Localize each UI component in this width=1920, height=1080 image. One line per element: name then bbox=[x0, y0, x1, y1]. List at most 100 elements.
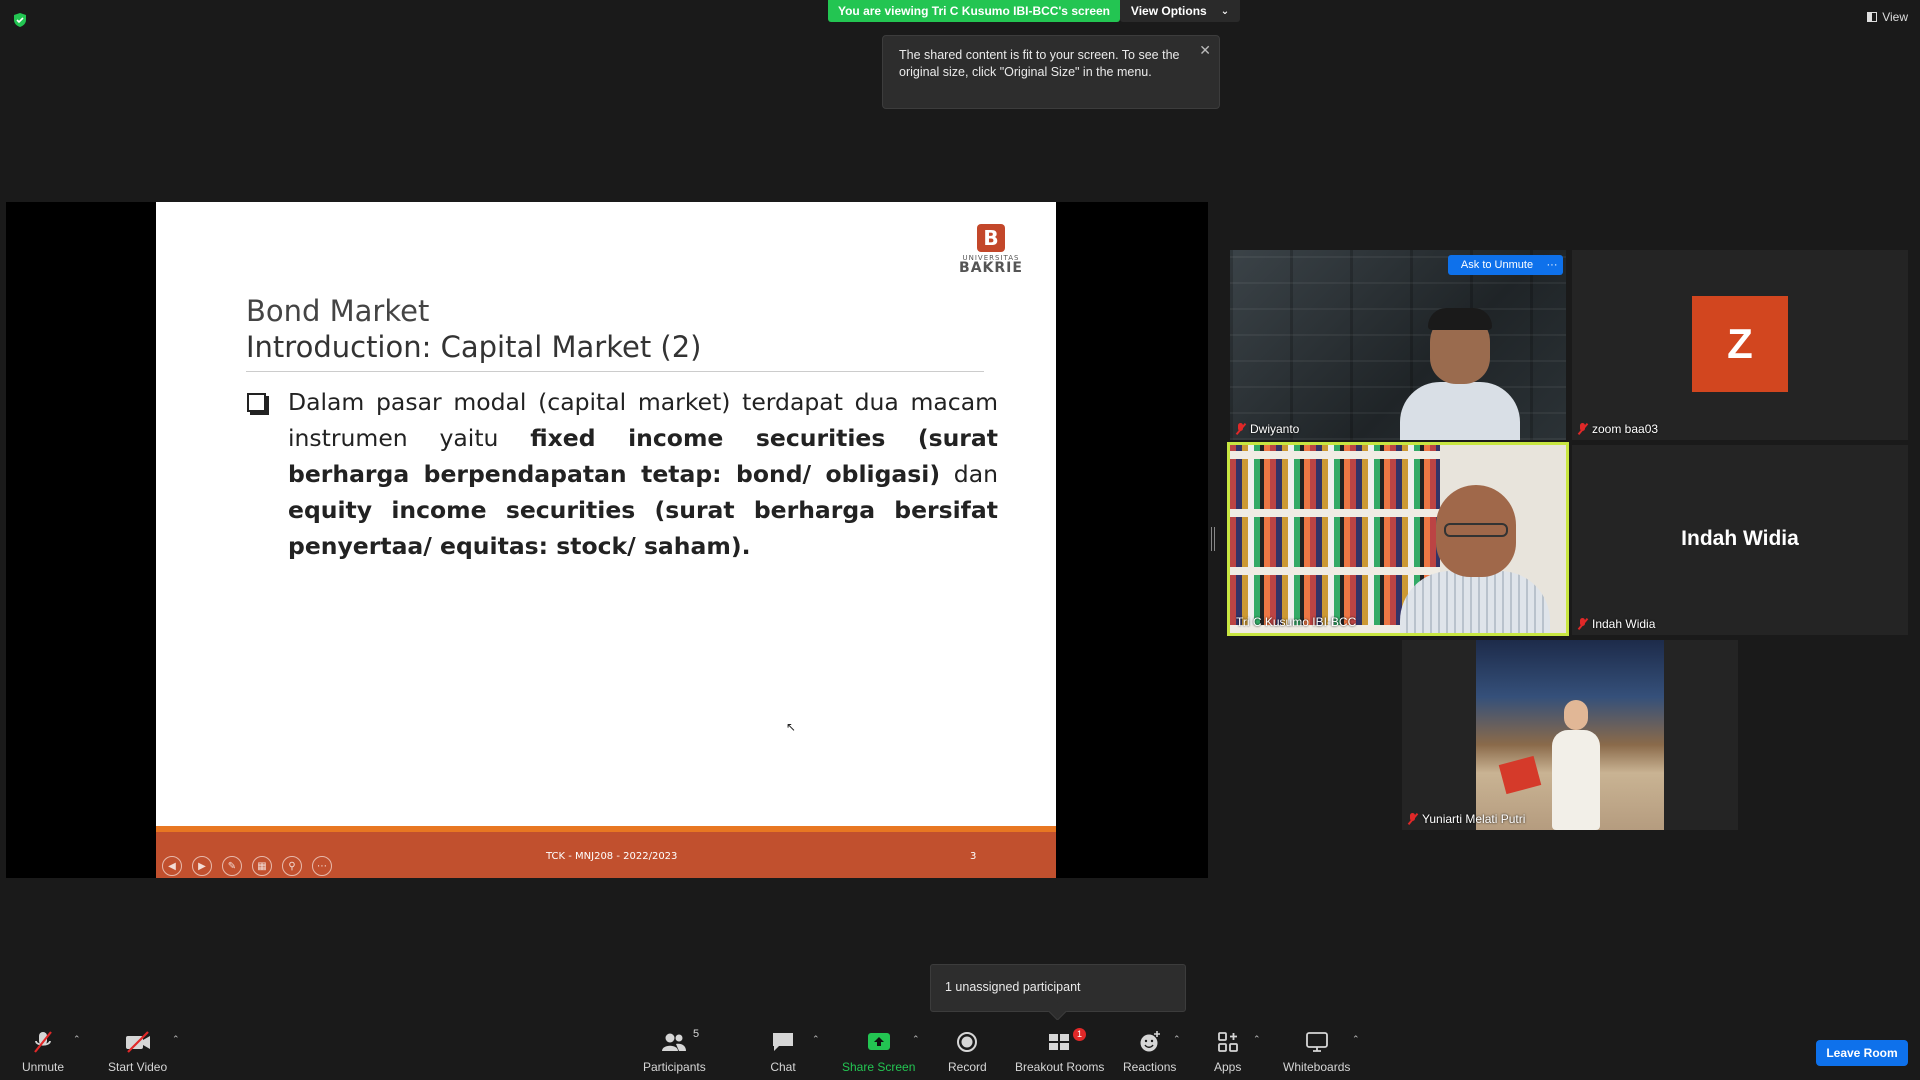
tile-more-options-button[interactable]: ··· bbox=[1541, 255, 1563, 275]
whiteboards-button[interactable]: Whiteboards bbox=[1283, 1030, 1350, 1074]
participant-name-label: Dwiyanto bbox=[1236, 422, 1299, 436]
unmute-button[interactable]: Unmute bbox=[22, 1030, 64, 1074]
whiteboard-icon bbox=[1305, 1032, 1328, 1052]
pen-icon[interactable]: ✎ bbox=[222, 856, 242, 876]
view-options-button[interactable]: View Options ⌄ bbox=[1120, 0, 1240, 22]
breakout-rooms-label: Breakout Rooms bbox=[1015, 1060, 1105, 1074]
chat-icon bbox=[773, 1033, 793, 1051]
reactions-label: Reactions bbox=[1123, 1060, 1177, 1074]
breakout-rooms-button[interactable]: 1 Breakout Rooms bbox=[1015, 1028, 1105, 1074]
apps-button[interactable]: Apps bbox=[1214, 1030, 1241, 1074]
mic-muted-icon bbox=[1236, 423, 1245, 435]
participant-name: Yuniarti Melati Putri bbox=[1422, 812, 1526, 826]
chat-label: Chat bbox=[770, 1060, 796, 1074]
participant-video bbox=[1476, 640, 1664, 830]
slide-footer-text: TCK - MNJ208 - 2022/2023 bbox=[546, 851, 678, 862]
participants-count-badge: 5 bbox=[693, 1028, 700, 1040]
share-screen-button[interactable]: Share Screen bbox=[842, 1030, 915, 1074]
view-label: View bbox=[1882, 10, 1908, 24]
breakout-notification-badge: 1 bbox=[1073, 1028, 1086, 1041]
logo-mark: B bbox=[977, 224, 1005, 252]
panel-splitter-handle[interactable] bbox=[1211, 527, 1215, 551]
video-tile-yuniarti[interactable]: Yuniarti Melati Putri bbox=[1402, 640, 1738, 830]
view-options-label: View Options bbox=[1130, 4, 1207, 18]
viewing-banner: You are viewing Tri C Kusumo IBI-BCC's s… bbox=[828, 0, 1120, 22]
slide-title: Introduction: Capital Market (2) bbox=[246, 330, 702, 364]
zoom-icon[interactable]: ⚲ bbox=[282, 856, 302, 876]
whiteboards-options-caret-icon[interactable]: ⌃ bbox=[1352, 1034, 1360, 1045]
audio-options-caret-icon[interactable]: ⌃ bbox=[73, 1034, 81, 1045]
share-screen-icon bbox=[867, 1033, 890, 1050]
ask-to-unmute-button[interactable]: Ask to Unmute bbox=[1448, 255, 1546, 275]
chat-options-caret-icon[interactable]: ⌃ bbox=[812, 1034, 820, 1045]
video-tile-active-speaker[interactable]: Tri C Kusumo IBI-BCC bbox=[1227, 442, 1569, 636]
mic-muted-icon bbox=[1578, 423, 1587, 435]
mic-muted-icon bbox=[1578, 618, 1587, 630]
body-bold-text: equity income securities (surat berharga… bbox=[288, 496, 998, 560]
presentation-slide: B UNIVERSITAS BAKRIE Bond Market Introdu… bbox=[156, 202, 1056, 878]
slide-footer: ◀ ▶ ✎ ▦ ⚲ ⋯ TCK - MNJ208 - 2022/2023 3 bbox=[156, 826, 1056, 878]
reactions-button[interactable]: Reactions bbox=[1123, 1030, 1176, 1074]
fit-to-screen-tooltip: The shared content is fit to your screen… bbox=[882, 35, 1220, 109]
mic-muted-icon bbox=[1408, 813, 1417, 825]
participant-name: Indah Widia bbox=[1592, 617, 1656, 631]
reactions-icon bbox=[1140, 1031, 1160, 1052]
leave-room-button[interactable]: Leave Room bbox=[1816, 1040, 1908, 1066]
breakout-rooms-icon bbox=[1048, 1034, 1069, 1050]
share-screen-label: Share Screen bbox=[842, 1060, 916, 1074]
slide-controls: ◀ ▶ ✎ ▦ ⚲ ⋯ bbox=[162, 856, 332, 876]
next-slide-icon[interactable]: ▶ bbox=[192, 856, 212, 876]
meeting-toolbar: Unmute ⌃ Start Video ⌃ 5 Participants Ch… bbox=[0, 1020, 1920, 1080]
slides-grid-icon[interactable]: ▦ bbox=[252, 856, 272, 876]
participants-button[interactable]: 5 Participants bbox=[643, 1028, 706, 1074]
participant-name: zoom baa03 bbox=[1592, 422, 1659, 436]
participants-icon bbox=[662, 1033, 687, 1051]
view-button[interactable]: View bbox=[1867, 10, 1908, 24]
previous-slide-icon[interactable]: ◀ bbox=[162, 856, 182, 876]
record-button[interactable]: Record bbox=[948, 1030, 987, 1074]
apps-label: Apps bbox=[1214, 1060, 1242, 1074]
more-options-icon[interactable]: ⋯ bbox=[312, 856, 332, 876]
participant-display-name: Indah Widia bbox=[1681, 527, 1799, 550]
participant-video bbox=[1400, 475, 1550, 633]
logo-big-text: BAKRIE bbox=[959, 260, 1023, 276]
close-icon[interactable]: ✕ bbox=[1199, 42, 1211, 59]
bullet-box-icon bbox=[247, 393, 266, 412]
video-options-caret-icon[interactable]: ⌃ bbox=[172, 1034, 180, 1045]
mouse-cursor-icon: ↖ bbox=[786, 720, 797, 734]
slide-subtitle: Bond Market bbox=[246, 294, 430, 328]
apps-options-caret-icon[interactable]: ⌃ bbox=[1253, 1034, 1261, 1045]
unmute-label: Unmute bbox=[22, 1060, 65, 1074]
reactions-options-caret-icon[interactable]: ⌃ bbox=[1173, 1034, 1181, 1045]
participants-label: Participants bbox=[643, 1060, 706, 1074]
security-shield-icon[interactable] bbox=[12, 12, 28, 28]
participant-name-label: Tri C Kusumo IBI-BCC bbox=[1236, 615, 1356, 629]
participant-figure bbox=[1546, 698, 1606, 830]
slide-divider bbox=[246, 371, 984, 372]
avatar: Z bbox=[1692, 296, 1788, 392]
university-logo: B UNIVERSITAS BAKRIE bbox=[956, 224, 1026, 275]
unassigned-participant-popup[interactable]: 1 unassigned participant bbox=[930, 964, 1186, 1012]
mic-muted-icon bbox=[34, 1031, 52, 1053]
record-icon bbox=[957, 1032, 978, 1052]
participant-name-label: Yuniarti Melati Putri bbox=[1408, 812, 1525, 826]
start-video-button[interactable]: Start Video bbox=[108, 1030, 167, 1074]
participant-name-label: zoom baa03 bbox=[1578, 422, 1658, 436]
participant-name: Dwiyanto bbox=[1250, 422, 1300, 436]
participant-name: Tri C Kusumo IBI-BCC bbox=[1236, 615, 1357, 629]
participant-name-label: Indah Widia bbox=[1578, 617, 1655, 631]
slide-body: Dalam pasar modal (capital market) terda… bbox=[288, 384, 998, 564]
slide-page-number: 3 bbox=[970, 851, 977, 862]
participant-video bbox=[1400, 308, 1520, 440]
tooltip-text: The shared content is fit to your screen… bbox=[899, 48, 1180, 79]
video-tile-dwiyanto[interactable]: Dwiyanto bbox=[1230, 250, 1566, 440]
video-tile-indah-widia[interactable]: Indah Widia Indah Widia bbox=[1572, 445, 1908, 635]
cushion bbox=[1498, 755, 1542, 795]
whiteboards-label: Whiteboards bbox=[1283, 1060, 1351, 1074]
chat-button[interactable]: Chat bbox=[770, 1030, 796, 1074]
video-tile-zoom-baa03[interactable]: Z zoom baa03 bbox=[1572, 250, 1908, 440]
share-options-caret-icon[interactable]: ⌃ bbox=[912, 1034, 920, 1045]
video-off-icon bbox=[125, 1031, 150, 1053]
chevron-down-icon: ⌄ bbox=[1220, 5, 1230, 17]
apps-icon bbox=[1217, 1032, 1238, 1052]
